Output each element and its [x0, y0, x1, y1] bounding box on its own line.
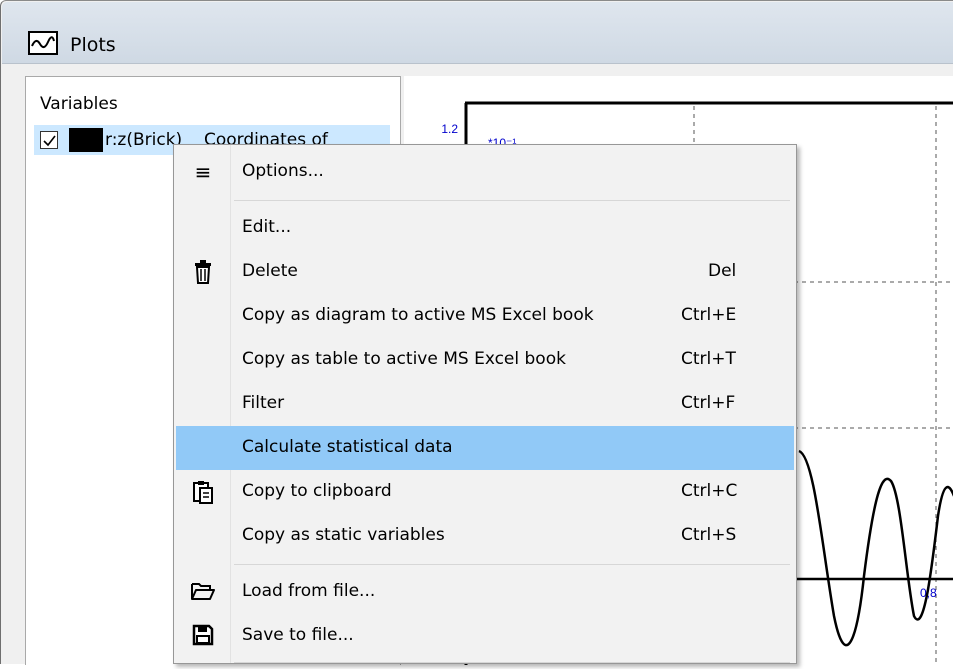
menu-item-load-file[interactable]: Load from file...: [176, 570, 794, 614]
variables-header: Variables: [40, 94, 118, 114]
menu-separator: [234, 200, 790, 201]
checkmark-icon: [43, 135, 56, 147]
title-bar: Plots: [2, 2, 953, 64]
menu-separator: [234, 662, 790, 663]
menu-item-shortcut: Ctrl+S: [681, 525, 737, 545]
window-title: Plots: [70, 34, 116, 56]
menu-item-shortcut: Ctrl+T: [681, 349, 736, 369]
menu-item-shortcut: Ctrl+C: [681, 481, 738, 501]
menu-item-copy-diagram-excel[interactable]: Copy as diagram to active MS Excel book …: [176, 294, 794, 338]
plot-icon: [28, 31, 58, 55]
menu-separator: [234, 564, 790, 565]
menu-item-shortcut: Ctrl+E: [681, 305, 737, 325]
variable-checkbox[interactable]: [40, 131, 58, 149]
menu-item-copy-table-excel[interactable]: Copy as table to active MS Excel book Ct…: [176, 338, 794, 382]
menu-item-label: Load from file...: [242, 581, 376, 601]
menu-item-options[interactable]: ≡ Options...: [176, 150, 794, 194]
menu-item-edit[interactable]: Edit...: [176, 206, 794, 250]
menu-item-shortcut: Del: [708, 261, 737, 281]
clipboard-icon: [190, 480, 216, 504]
menu-item-label: Copy as diagram to active MS Excel book: [242, 305, 594, 325]
save-icon: [190, 624, 216, 648]
list-icon: ≡: [194, 160, 212, 184]
menu-item-label: Delete: [242, 261, 298, 281]
menu-item-label: Copy as static variables: [242, 525, 445, 545]
y-tick-label: 1.2: [441, 122, 458, 136]
menu-item-label: Copy to clipboard: [242, 481, 392, 501]
menu-item-copy-static[interactable]: Copy as static variables Ctrl+S: [176, 514, 794, 558]
menu-item-copy-clipboard[interactable]: Copy to clipboard Ctrl+C: [176, 470, 794, 514]
menu-item-label: Options...: [242, 161, 324, 181]
menu-item-filter[interactable]: Filter Ctrl+F: [176, 382, 794, 426]
menu-item-label: Filter: [242, 393, 285, 413]
menu-item-save-file[interactable]: Save to file...: [176, 614, 794, 658]
variable-name: r:z(Brick): [105, 130, 183, 150]
folder-open-icon: [190, 580, 216, 604]
menu-item-label: Save to file...: [242, 625, 354, 645]
color-swatch[interactable]: [69, 128, 103, 152]
menu-item-label: Copy as table to active MS Excel book: [242, 349, 566, 369]
context-menu: ≡ Options... Edit... Delete Del Copy as …: [173, 144, 797, 664]
menu-item-label: Edit...: [242, 217, 292, 237]
trash-icon: [190, 260, 216, 284]
menu-item-label: Calculate statistical data: [242, 437, 453, 457]
plot-curve: [798, 449, 953, 647]
menu-item-calculate-statistics[interactable]: Calculate statistical data: [176, 426, 794, 470]
menu-item-delete[interactable]: Delete Del: [176, 250, 794, 294]
menu-item-shortcut: Ctrl+F: [681, 393, 736, 413]
